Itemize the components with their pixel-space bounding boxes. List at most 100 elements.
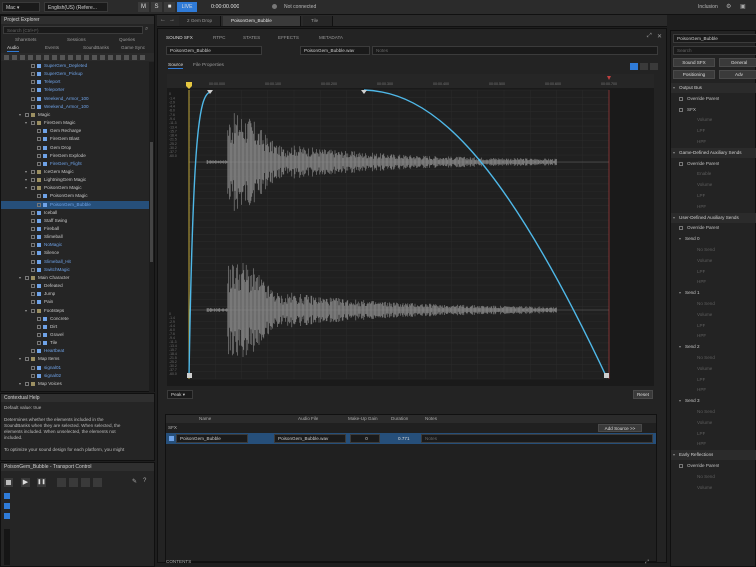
settings-icon[interactable]: ⚙ [726, 3, 734, 11]
source-column-header[interactable]: Name [199, 416, 211, 421]
checkbox-icon[interactable] [31, 80, 35, 85]
editor-tab[interactable]: RTPC [213, 34, 225, 42]
mute-transport-button[interactable] [81, 478, 90, 487]
checkbox-icon[interactable] [679, 96, 683, 101]
editor-tab[interactable]: SOUND SFX [166, 34, 193, 42]
toolbar-icon[interactable] [12, 55, 17, 60]
checkbox-icon[interactable] [31, 235, 35, 240]
chevron-down-icon[interactable]: ▾ [25, 176, 27, 184]
tree-item[interactable]: ▾ IceGem Magic [1, 168, 149, 176]
toolbar-icon[interactable] [84, 55, 89, 60]
reset-button[interactable]: Reset [633, 390, 653, 399]
reset-transport-button[interactable] [69, 478, 78, 487]
toolbar-icon[interactable] [76, 55, 81, 60]
inclusion-label[interactable]: Inclusion [698, 4, 718, 10]
checkbox-icon[interactable] [31, 218, 35, 223]
transport-side-button-1[interactable] [4, 493, 10, 499]
checkbox-icon[interactable] [679, 161, 683, 166]
chevron-down-icon[interactable]: ▾ [679, 342, 681, 352]
tree-item[interactable]: NoMagic [1, 241, 149, 249]
checkbox-icon[interactable] [37, 129, 41, 134]
layout-icon[interactable]: ▣ [740, 3, 748, 11]
make-up-gain-field[interactable]: 0 [350, 434, 380, 443]
stop-transport-button[interactable] [4, 478, 13, 487]
checkbox-icon[interactable] [37, 324, 41, 329]
search-icon[interactable]: ⌕ [145, 26, 148, 33]
solo-button[interactable]: S [151, 2, 162, 12]
checkbox-icon[interactable] [37, 161, 41, 166]
toolbar-icon[interactable] [92, 55, 97, 60]
tree-item[interactable]: Defeated [1, 282, 149, 290]
add-source-button[interactable]: Add Source >> [598, 424, 642, 432]
property-row[interactable]: ▾ Send 2 [671, 342, 756, 352]
property-row[interactable]: Override Parent [671, 94, 756, 104]
checkbox-icon[interactable] [25, 357, 29, 362]
checkbox-icon[interactable] [31, 64, 35, 68]
source-tab[interactable]: Source [168, 63, 184, 69]
tree-item[interactable]: PoisonGem Magic [1, 192, 149, 200]
checkbox-icon[interactable] [31, 365, 35, 370]
platform-select[interactable]: Mac ▾ [2, 2, 40, 12]
tree-item[interactable]: Silence [1, 249, 149, 257]
explorer-scroll-thumb[interactable] [150, 142, 153, 262]
tree-item[interactable]: signal01 [1, 364, 149, 372]
tree-item[interactable]: Dirt [1, 323, 149, 331]
right-object-name-field[interactable]: PoisonGem_Bubble [673, 34, 756, 43]
view-mode-button-1[interactable] [630, 63, 638, 70]
stop-button[interactable]: ■ [164, 2, 175, 12]
editor-tab[interactable]: STATES [243, 34, 260, 42]
sound-sfx-button[interactable]: Sound SFX [673, 58, 715, 67]
source-row[interactable]: PoisonGem_Bubble PoisonGem_Bubble.wav 0 … [166, 433, 656, 444]
chevron-down-icon[interactable]: ▾ [673, 450, 675, 460]
chevron-down-icon[interactable]: ▾ [679, 396, 681, 406]
tree-item[interactable]: Heartbeat [1, 347, 149, 355]
chevron-down-icon[interactable]: ▾ [19, 274, 21, 282]
tree-item[interactable]: Tile [1, 339, 149, 347]
chevron-down-icon[interactable]: ▾ [19, 111, 21, 119]
explorer-tab[interactable]: Events [45, 44, 59, 52]
forward-icon[interactable]: → [169, 17, 175, 23]
toolbar-icon[interactable] [20, 55, 25, 60]
toolbar-icon[interactable] [108, 55, 113, 60]
pause-button[interactable]: ❚❚ [37, 478, 46, 487]
editor-tab[interactable]: METADATA [319, 34, 343, 42]
waveform-svg[interactable]: 00:00.000 00:00.100 00:00.200 00:00.300 00:0… [167, 74, 654, 386]
checkbox-icon[interactable] [37, 145, 41, 150]
checkbox-icon[interactable] [37, 341, 41, 346]
property-row[interactable]: ▾ Send 1 [671, 288, 756, 298]
tree-item[interactable]: Gem Drop [1, 144, 149, 152]
toolbar-icon[interactable] [124, 55, 129, 60]
tree-item[interactable]: Teleporter [1, 86, 149, 94]
toolbar-icon[interactable] [36, 55, 41, 60]
explorer-tab[interactable]: Game Sync [121, 44, 145, 52]
toolbar-icon[interactable] [60, 55, 65, 60]
chevron-down-icon[interactable]: ▾ [679, 234, 681, 244]
checkbox-icon[interactable] [37, 194, 41, 199]
checkbox-icon[interactable] [31, 104, 35, 109]
view-mode-button-3[interactable] [650, 63, 658, 70]
checkbox-icon[interactable] [31, 243, 35, 248]
tree-item[interactable]: ▾ Main Character [1, 274, 149, 282]
chevron-down-icon[interactable]: ▾ [19, 355, 21, 363]
loop-button[interactable] [57, 478, 66, 487]
tree-item[interactable]: Pain [1, 298, 149, 306]
tree-item[interactable]: Gravel [1, 331, 149, 339]
explorer-tab[interactable]: SoundBanks [83, 44, 109, 52]
tree-item[interactable]: ▾ LightningGem Magic [1, 176, 149, 184]
language-select[interactable]: English(US) (Refere... [44, 2, 108, 12]
source-column-header[interactable]: Make-Up Gain [348, 416, 378, 421]
document-tab[interactable]: PoisonGem_Bubble [223, 16, 301, 26]
tree-item[interactable]: SuperGem_Depleted [1, 62, 149, 70]
checkbox-icon[interactable] [31, 308, 35, 313]
checkbox-icon[interactable] [31, 186, 35, 191]
maximize-icon[interactable]: ⤢ [647, 33, 652, 40]
checkbox-icon[interactable] [31, 292, 35, 297]
toolbar-icon[interactable] [68, 55, 73, 60]
notes-field[interactable]: Notes [372, 46, 658, 55]
tree-item[interactable]: ▾ Map Items [1, 355, 149, 363]
checkbox-icon[interactable] [31, 284, 35, 289]
checkbox-icon[interactable] [679, 107, 683, 112]
source-file-field[interactable]: PoisonGem_Bubble.wav [274, 434, 346, 443]
chevron-down-icon[interactable]: ▾ [679, 288, 681, 298]
property-row[interactable]: ▾ Early Reflections [671, 450, 756, 461]
